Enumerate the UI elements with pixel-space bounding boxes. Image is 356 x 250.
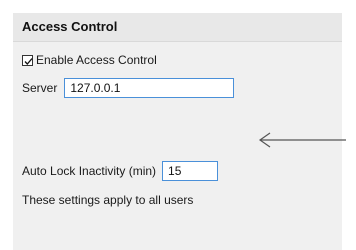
panel-title: Access Control xyxy=(22,19,118,34)
panel-header: Access Control xyxy=(13,13,342,42)
auto-lock-row: Auto Lock Inactivity (min) 15 xyxy=(22,160,219,182)
server-input[interactable]: 127.0.0.1 xyxy=(64,78,235,98)
auto-lock-label: Auto Lock Inactivity (min) xyxy=(22,164,157,178)
checkmark-icon xyxy=(24,57,33,65)
settings-note: These settings apply to all users xyxy=(22,193,194,207)
enable-access-control-checkbox[interactable] xyxy=(22,54,33,66)
server-label: Server xyxy=(22,81,58,95)
left-arrow-icon xyxy=(258,132,346,148)
enable-access-control-label: Enable Access Control xyxy=(36,53,157,67)
enable-access-control-checkbox-row[interactable]: Enable Access Control xyxy=(22,53,157,67)
server-row: Server 127.0.0.1 xyxy=(22,77,235,99)
auto-lock-input[interactable]: 15 xyxy=(162,161,219,181)
